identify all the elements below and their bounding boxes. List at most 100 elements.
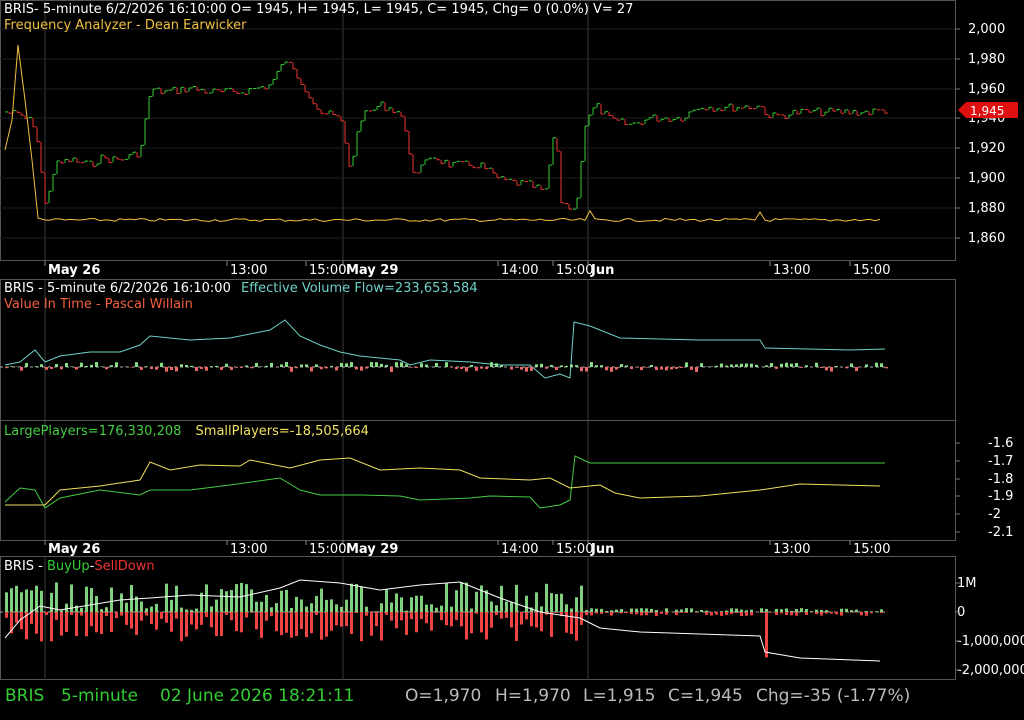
- selldown-bar: [325, 612, 328, 637]
- buyup-bar: [450, 606, 453, 612]
- buyup-bar: [730, 608, 733, 612]
- stock-chart[interactable]: 2,0001,9801,9601,9401,9201,9001,8801,860…: [0, 0, 1024, 720]
- buyup-bar: [620, 608, 623, 612]
- value-bar: [645, 367, 648, 368]
- time-axis-top: May 26 13:00 15:00 May 29 14:00 15:00Jun 13:00…: [44, 261, 890, 278]
- value-bar: [515, 367, 518, 368]
- buyup-bar: [85, 586, 88, 612]
- selldown-bar: [130, 612, 133, 629]
- buyup-bar: [80, 607, 83, 612]
- buyup-bar: [335, 604, 338, 612]
- buyup-bar: [340, 606, 343, 612]
- value-bar: [40, 364, 43, 367]
- buyup-bar: [595, 608, 598, 612]
- players-tick-label: -1.6: [988, 436, 1013, 451]
- value-bar: [585, 367, 588, 372]
- buyup-bar: [10, 588, 13, 612]
- selldown-bar: [345, 612, 348, 627]
- selldown-bar: [330, 612, 333, 631]
- selldown-bar: [305, 612, 308, 638]
- buyup-bar: [325, 599, 328, 612]
- buyup-bar: [5, 592, 8, 612]
- value-bar: [565, 365, 568, 367]
- selldown-bar: [570, 612, 573, 635]
- small-players-line: [5, 457, 881, 506]
- selldown-bar: [290, 612, 293, 638]
- buyup-bar: [435, 607, 438, 612]
- buyup-bar: [195, 608, 198, 612]
- selldown-bar: [75, 612, 78, 636]
- buyup-bar: [20, 592, 23, 612]
- buyup-bar: [105, 607, 108, 612]
- buyup-bar: [855, 609, 858, 612]
- buyup-bar: [515, 584, 518, 612]
- value-bar: [825, 367, 828, 371]
- selldown-bar: [350, 612, 353, 635]
- selldown-bar: [605, 612, 608, 613]
- value-bar: [110, 365, 113, 367]
- buyup-bar: [470, 608, 473, 612]
- value-bar: [855, 367, 858, 372]
- selldown-label: SellDown: [94, 559, 155, 574]
- price-candles[interactable]: [4, 61, 888, 210]
- status-change: Chg=-35 (-1.77%): [756, 686, 911, 706]
- panel2-header: BRIS - 5-minute 6/2/2026 16:10:00 Effect…: [4, 281, 478, 297]
- players-panel[interactable]: [4, 455, 885, 509]
- selldown-bar: [125, 612, 128, 625]
- value-bar: [270, 362, 273, 367]
- buyup-bar: [725, 610, 728, 612]
- selldown-bar: [775, 612, 778, 616]
- value-bar: [510, 367, 513, 370]
- value-bar: [230, 367, 233, 370]
- selldown-bar: [840, 612, 843, 616]
- buyup-bar: [505, 601, 508, 612]
- selldown-bar: [175, 612, 178, 619]
- value-bar: [335, 367, 338, 371]
- value-bar: [795, 362, 798, 367]
- small-players-label: SmallPlayers=-18,505,664: [195, 424, 369, 439]
- buyup-bar: [760, 608, 763, 612]
- selldown-bar: [610, 612, 613, 616]
- panel3-header: LargePlayers=176,330,208 SmallPlayers=-1…: [4, 424, 369, 440]
- selldown-bar: [500, 612, 503, 619]
- value-bar: [690, 367, 693, 370]
- selldown-bar: [640, 612, 643, 616]
- time-tick-label: May 29: [346, 542, 398, 557]
- buyup-bar: [100, 609, 103, 612]
- value-bar: [830, 367, 833, 372]
- value-bar: [300, 364, 303, 367]
- panel4-header: BRIS - BuyUp-SellDown: [4, 559, 155, 575]
- value-bar: [385, 364, 388, 367]
- selldown-bar: [745, 612, 748, 616]
- buyup-bar: [480, 585, 483, 612]
- buyup-bar: [840, 608, 843, 612]
- buyup-bar: [525, 595, 528, 612]
- selldown-bar: [465, 612, 468, 640]
- selldown-bar: [860, 612, 863, 616]
- selldown-bar: [820, 612, 823, 616]
- buyup-bar: [745, 610, 748, 612]
- value-bar: [305, 364, 308, 367]
- selldown-bar: [505, 612, 508, 618]
- value-bar: [675, 367, 678, 369]
- selldown-bar: [785, 612, 788, 615]
- value-bar: [790, 363, 793, 367]
- selldown-bar: [830, 612, 833, 614]
- buyup-bar: [350, 583, 353, 612]
- selldown-bar: [630, 612, 633, 614]
- players-tick-label: -2: [988, 507, 1001, 522]
- value-bar: [285, 362, 288, 367]
- value-bar: [150, 367, 153, 370]
- value-bar: [500, 365, 503, 367]
- selldown-bar: [240, 612, 243, 633]
- time-tick-label: 15:00: [309, 542, 346, 557]
- buyup-bar: [165, 583, 168, 612]
- buyup-bar: [845, 608, 848, 612]
- selldown-bar: [475, 612, 478, 614]
- value-bar: [655, 367, 658, 371]
- buyup-bar: [865, 611, 868, 612]
- buyup-selldown-panel[interactable]: [0, 579, 885, 662]
- value-bar: [570, 364, 573, 367]
- volume-flow-panel[interactable]: [0, 319, 888, 379]
- selldown-bar: [710, 612, 713, 616]
